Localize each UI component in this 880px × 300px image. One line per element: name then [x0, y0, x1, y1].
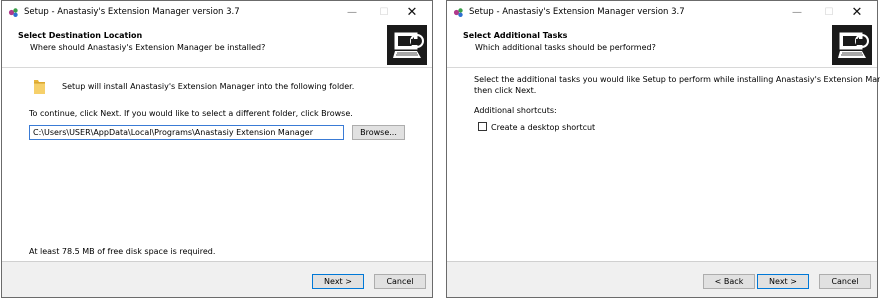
cancel-button[interactable]: Cancel — [374, 274, 426, 289]
title-bar[interactable]: Setup - Anastasiy's Extension Manager ve… — [2, 1, 432, 24]
wizard-body: Select the additional tasks you would li… — [447, 68, 880, 262]
browse-button[interactable]: Browse... — [352, 125, 405, 140]
close-button[interactable]: ✕ — [841, 1, 873, 24]
close-button[interactable]: ✕ — [396, 1, 428, 24]
title-bar[interactable]: Setup - Anastasiy's Extension Manager ve… — [447, 1, 877, 24]
destination-path-input[interactable] — [29, 125, 344, 140]
installer-computer-logo — [387, 25, 427, 65]
window-title: Setup - Anastasiy's Extension Manager ve… — [469, 7, 685, 17]
description-text-line1: Select the additional tasks you would li… — [474, 75, 880, 84]
window-title: Setup - Anastasiy's Extension Manager ve… — [24, 7, 240, 17]
minimize-button[interactable]: — — [781, 1, 813, 24]
disk-space-text: At least 78.5 MB of free disk space is r… — [29, 247, 216, 256]
next-button[interactable]: Next > — [757, 274, 809, 289]
setup-window-destination: Setup - Anastasiy's Extension Manager ve… — [1, 0, 433, 298]
page-title: Select Additional Tasks — [463, 31, 568, 40]
setup-app-icon — [8, 8, 18, 17]
instruction-text: To continue, click Next. If you would li… — [29, 109, 353, 118]
desktop-shortcut-label[interactable]: Create a desktop shortcut — [491, 123, 595, 132]
page-title: Select Destination Location — [18, 31, 143, 40]
wizard-footer: < Back Next > Cancel — [447, 263, 877, 297]
wizard-body: Setup will install Anastasiy's Extension… — [2, 68, 432, 262]
page-subtitle: Where should Anastasiy's Extension Manag… — [30, 43, 266, 52]
desktop-shortcut-checkbox[interactable] — [478, 122, 487, 131]
next-button[interactable]: Next > — [312, 274, 364, 289]
cancel-button[interactable]: Cancel — [819, 274, 871, 289]
folder-info-text: Setup will install Anastasiy's Extension… — [62, 82, 355, 91]
installer-computer-logo — [832, 25, 872, 65]
wizard-footer: Next > Cancel — [2, 263, 432, 297]
page-subtitle: Which additional tasks should be perform… — [475, 43, 656, 52]
setup-window-tasks: Setup - Anastasiy's Extension Manager ve… — [446, 0, 880, 298]
back-button[interactable]: < Back — [703, 274, 755, 289]
description-text-line2: then click Next. — [474, 86, 537, 95]
minimize-button[interactable]: — — [336, 1, 368, 24]
additional-shortcuts-label: Additional shortcuts: — [474, 106, 557, 115]
wizard-header: Select Additional Tasks Which additional… — [447, 24, 877, 68]
setup-app-icon — [453, 8, 463, 17]
folder-icon — [34, 80, 45, 94]
wizard-header: Select Destination Location Where should… — [2, 24, 432, 68]
